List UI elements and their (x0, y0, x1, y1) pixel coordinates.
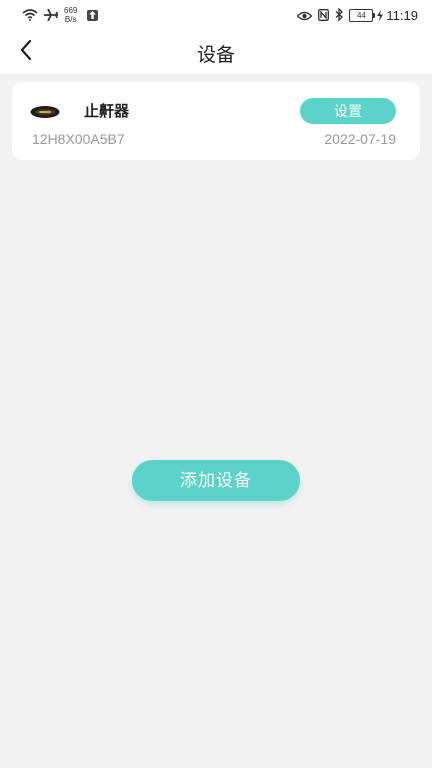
device-date: 2022-07-19 (324, 131, 396, 147)
airplane-icon (44, 6, 58, 25)
device-name: 止鼾器 (84, 102, 130, 120)
network-speed: 669 B/s (64, 6, 77, 24)
upload-icon (87, 9, 99, 21)
settings-button[interactable]: 设置 (300, 98, 396, 124)
sleep-mask-icon (30, 104, 60, 118)
charging-icon (377, 6, 384, 25)
status-bar-left: 669 B/s (22, 5, 99, 25)
header: 设备 (0, 30, 432, 74)
battery-level: 44 (356, 10, 366, 20)
page-title: 设备 (196, 44, 235, 66)
screen: 669 B/s 44 11:19 设备 止鼾器 设置 12H8X00A5B7 2… (0, 0, 432, 768)
add-device-button[interactable]: 添加设备 (132, 460, 300, 501)
eye-icon (297, 6, 313, 25)
net-speed-unit: B/s (64, 15, 77, 24)
clock: 11:19 (386, 7, 418, 23)
nfc-icon (318, 6, 330, 25)
bluetooth-icon (335, 6, 344, 25)
status-bar-right: 44 11:19 (297, 5, 418, 25)
battery-icon: 44 (349, 8, 376, 22)
status-bar: 669 B/s 44 11:19 (0, 0, 432, 30)
wifi-icon (22, 6, 38, 25)
device-serial: 12H8X00A5B7 (32, 131, 125, 147)
device-card[interactable]: 止鼾器 设置 12H8X00A5B7 2022-07-19 (12, 82, 420, 160)
net-speed-value: 669 (64, 6, 78, 15)
